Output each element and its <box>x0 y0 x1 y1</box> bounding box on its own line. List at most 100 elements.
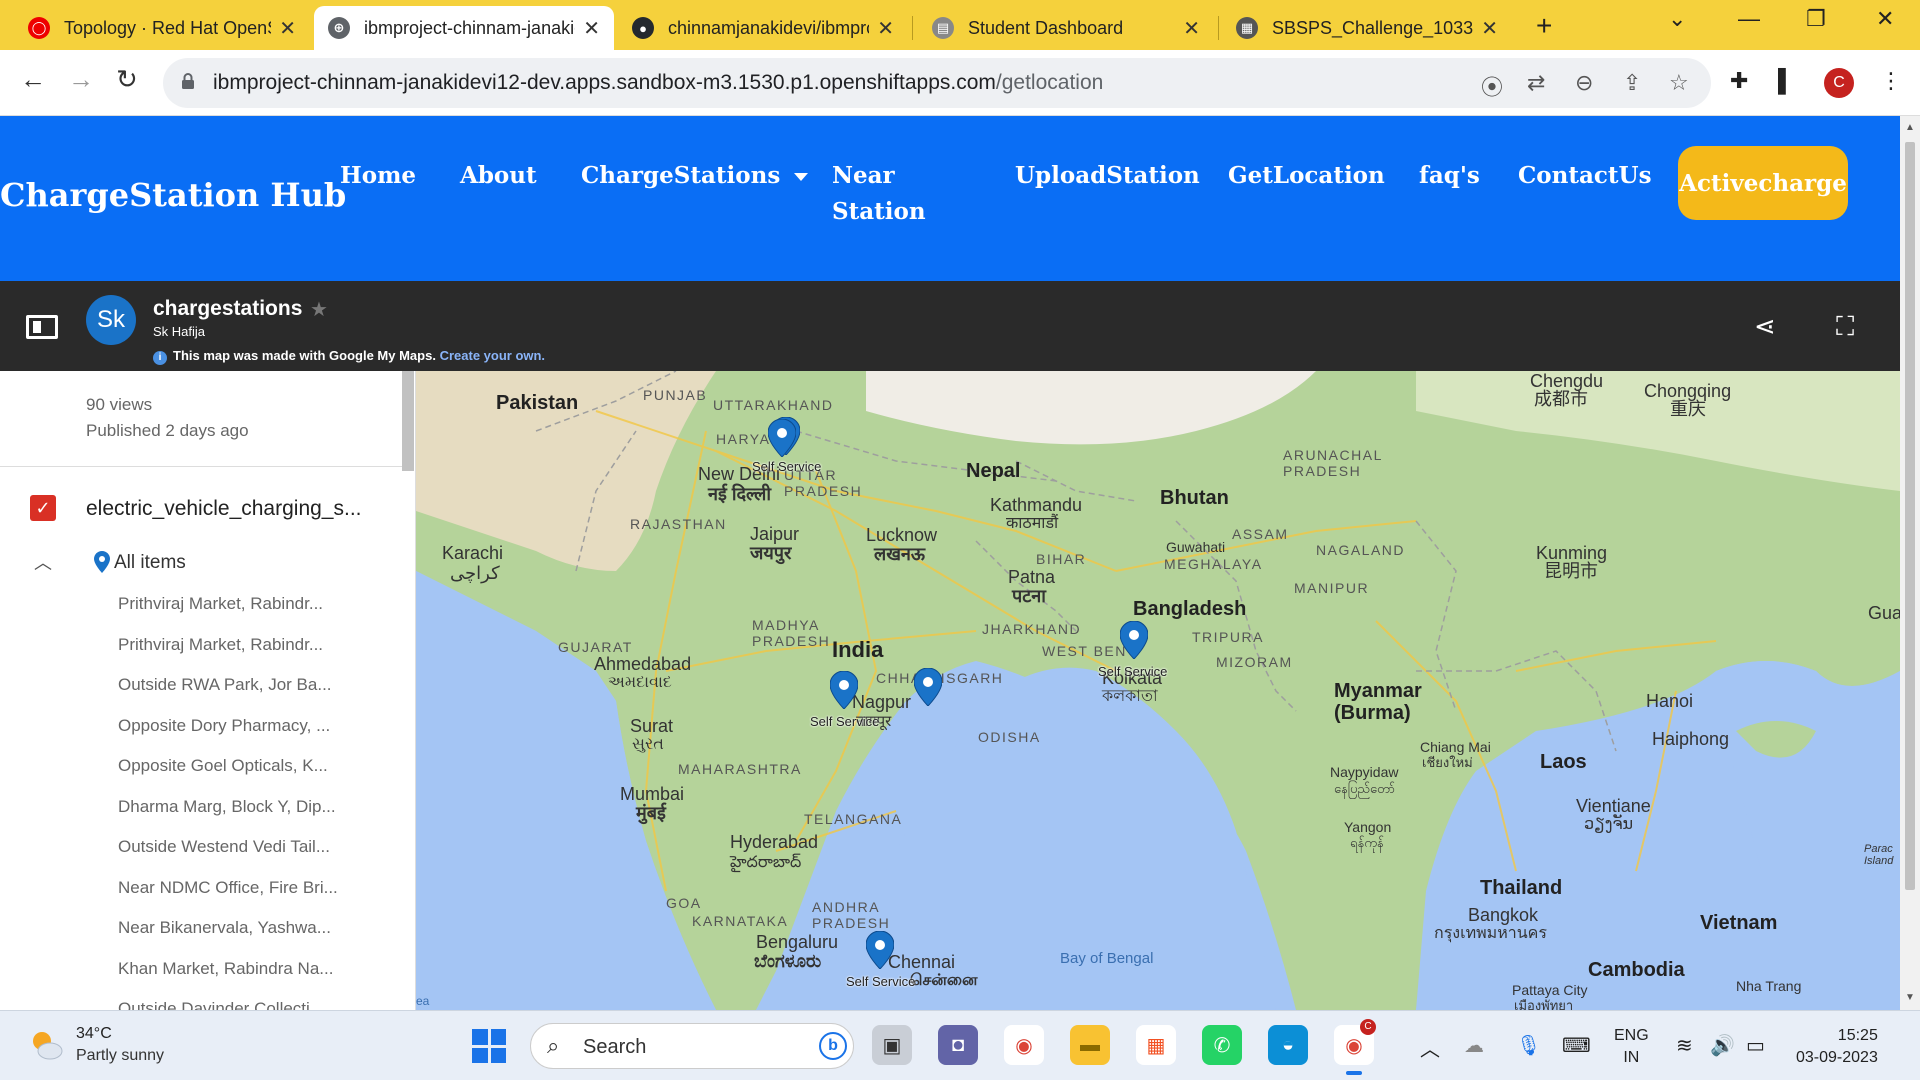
scroll-up-arrow-icon[interactable]: ▲ <box>1905 122 1915 133</box>
map-title[interactable]: chargestations <box>153 297 302 321</box>
clock[interactable]: 15:25 03-09-2023 <box>1796 1025 1878 1069</box>
nav-about[interactable]: About <box>460 158 537 194</box>
layer-name[interactable]: electric_vehicle_charging_s... <box>86 497 361 521</box>
all-items-label[interactable]: All items <box>114 552 186 574</box>
charging-station-pin[interactable] <box>830 671 858 709</box>
nav-near-station[interactable]: Near Station <box>832 158 942 230</box>
map-canvas[interactable]: Pakistan PUNJAB UTTARAKHAND HARYA UTTAR … <box>416 371 1900 1010</box>
list-item[interactable]: Prithviraj Market, Rabindr... <box>118 635 323 655</box>
tab-sbsps-challenge[interactable]: ▦ SBSPS_Challenge_10337 ✕ <box>1222 6 1512 50</box>
keyboard-icon[interactable]: ⌨ <box>1562 1033 1591 1058</box>
close-icon[interactable]: ✕ <box>1481 16 1498 41</box>
nav-faqs[interactable]: faq's <box>1419 158 1480 194</box>
taskbar-search[interactable]: ⌕ Search b <box>530 1023 854 1069</box>
side-panel-icon[interactable]: ▌ <box>1778 68 1794 94</box>
bing-icon[interactable]: b <box>819 1032 847 1060</box>
nav-home[interactable]: Home <box>340 158 416 194</box>
microphone-icon[interactable]: 🎙 <box>1516 1033 1541 1058</box>
star-icon[interactable]: ★ <box>310 297 328 322</box>
windows-start-icon[interactable] <box>472 1029 506 1063</box>
language-indicator[interactable]: ENG IN <box>1614 1025 1649 1069</box>
translate-icon[interactable]: ⇄ <box>1527 70 1545 96</box>
dropdown-caret-icon <box>794 173 809 181</box>
reload-icon[interactable]: ↻ <box>116 64 138 95</box>
charging-station-pin[interactable] <box>866 931 894 969</box>
new-tab-button[interactable]: + <box>1536 10 1552 42</box>
chevron-up-icon[interactable]: ︿ <box>34 549 52 575</box>
bookmark-star-icon[interactable]: ☆ <box>1669 70 1689 96</box>
edge-icon[interactable]: ◒ <box>1268 1025 1308 1065</box>
file-explorer-icon[interactable]: ▬ <box>1070 1025 1110 1065</box>
battery-icon[interactable]: ▭ <box>1746 1033 1765 1058</box>
share-page-icon[interactable]: ⇪ <box>1623 70 1641 96</box>
minimize-icon[interactable]: — <box>1738 6 1760 32</box>
onedrive-icon[interactable]: ☁ <box>1464 1033 1484 1058</box>
close-icon[interactable]: ✕ <box>877 16 894 41</box>
fullscreen-icon[interactable]: ⛶ <box>1836 311 1854 343</box>
teams-icon[interactable]: ◘ <box>938 1025 978 1065</box>
map-label-rajasthan: RAJASTHAN <box>630 516 727 532</box>
nav-contactus[interactable]: ContactUs <box>1518 158 1652 194</box>
weather-temperature[interactable]: 34°C <box>76 1025 112 1043</box>
address-bar[interactable]: ibmproject-chinnam-janakidevi12-dev.apps… <box>163 58 1711 108</box>
close-icon[interactable]: ✕ <box>1183 16 1200 41</box>
close-icon[interactable]: ✕ <box>583 16 600 41</box>
page-scrollbar[interactable]: ▲ ▼ <box>1900 116 1920 1010</box>
charging-station-pin[interactable] <box>1120 621 1148 659</box>
layer-checkbox[interactable]: ✓ <box>30 495 56 521</box>
map-label-india: India <box>832 637 884 662</box>
chrome-menu-icon[interactable]: ⋮ <box>1880 68 1902 94</box>
chrome-profile-icon[interactable]: ◉ C <box>1334 1019 1376 1075</box>
toggle-panel-icon[interactable] <box>26 315 58 339</box>
list-item[interactable]: Prithviraj Market, Rabindr... <box>118 594 323 614</box>
wifi-icon[interactable]: ≋ <box>1676 1033 1693 1058</box>
list-item[interactable]: Outside Westend Vedi Tail... <box>118 837 330 857</box>
list-item[interactable]: Opposite Goel Opticals, K... <box>118 756 328 776</box>
panel-scrollbar[interactable] <box>402 371 414 471</box>
chrome-icon[interactable]: ◉ <box>1004 1025 1044 1065</box>
site-brand[interactable]: ChargeStation Hub <box>0 176 346 214</box>
chevron-up-icon[interactable]: ︿ <box>1420 1033 1440 1062</box>
forward-arrow-icon[interactable]: → <box>68 64 94 95</box>
tab-title: SBSPS_Challenge_10337 <box>1272 17 1474 38</box>
scroll-down-arrow-icon[interactable]: ▼ <box>1905 992 1915 1003</box>
tab-search-icon[interactable]: ⌄ <box>1668 6 1686 32</box>
list-item[interactable]: Outside Davinder Collecti... <box>118 999 324 1010</box>
scrollbar-thumb[interactable] <box>1905 142 1915 890</box>
close-icon[interactable]: ✕ <box>279 16 296 41</box>
nav-getlocation[interactable]: GetLocation <box>1228 158 1385 194</box>
profile-avatar[interactable]: C <box>1824 68 1854 98</box>
zoom-out-icon[interactable]: ⊖ <box>1575 70 1593 96</box>
volume-icon[interactable]: 🔊 <box>1710 1033 1735 1058</box>
pin-label: Self Service <box>752 459 822 474</box>
weather-condition[interactable]: Partly sunny <box>76 1047 164 1065</box>
map-label-pattaya-th: เมืองพัทยา <box>1514 998 1574 1010</box>
charging-station-pin[interactable] <box>914 668 942 706</box>
close-window-icon[interactable]: ✕ <box>1876 6 1894 32</box>
create-your-own-link[interactable]: Create your own. <box>440 348 545 363</box>
list-item[interactable]: Khan Market, Rabindra Na... <box>118 959 333 979</box>
list-item[interactable]: Opposite Dory Pharmacy, ... <box>118 716 330 736</box>
tab-openshift-topology[interactable]: ◯ Topology · Red Hat OpenShift ✕ <box>14 6 310 50</box>
partly-sunny-icon[interactable] <box>28 1027 64 1063</box>
list-item[interactable]: Outside RWA Park, Jor Ba... <box>118 675 332 695</box>
activecharge-button[interactable]: Activecharge <box>1678 146 1848 220</box>
back-arrow-icon[interactable]: ← <box>20 64 46 95</box>
nav-chargestations[interactable]: ChargeStations <box>581 158 809 194</box>
tab-ibmproject[interactable]: ⊕ ibmproject-chinnam-janakidevi12 ✕ <box>314 6 614 50</box>
list-item[interactable]: Dharma Marg, Block Y, Dip... <box>118 797 336 817</box>
microsoft-store-icon[interactable]: ▦ <box>1136 1025 1176 1065</box>
nav-uploadstation[interactable]: UploadStation <box>1015 158 1200 194</box>
avatar[interactable]: Sk <box>86 295 136 345</box>
share-icon[interactable]: ⋖ <box>1754 311 1776 342</box>
tab-github-repo[interactable]: ● chinnamjanakidevi/ibmproject ✕ <box>618 6 908 50</box>
restore-icon[interactable]: ❐ <box>1806 6 1826 32</box>
tab-student-dashboard[interactable]: ▤ Student Dashboard ✕ <box>918 6 1214 50</box>
extensions-icon[interactable]: ✚ <box>1730 68 1748 94</box>
list-item[interactable]: Near Bikanervala, Yashwa... <box>118 918 331 938</box>
task-view-icon[interactable]: ▣ <box>872 1025 912 1065</box>
list-item[interactable]: Near NDMC Office, Fire Bri... <box>118 878 338 898</box>
location-icon[interactable]: ⦿ <box>1481 70 1503 102</box>
charging-station-pin[interactable] <box>768 419 796 457</box>
whatsapp-icon[interactable]: ✆ <box>1202 1025 1242 1065</box>
